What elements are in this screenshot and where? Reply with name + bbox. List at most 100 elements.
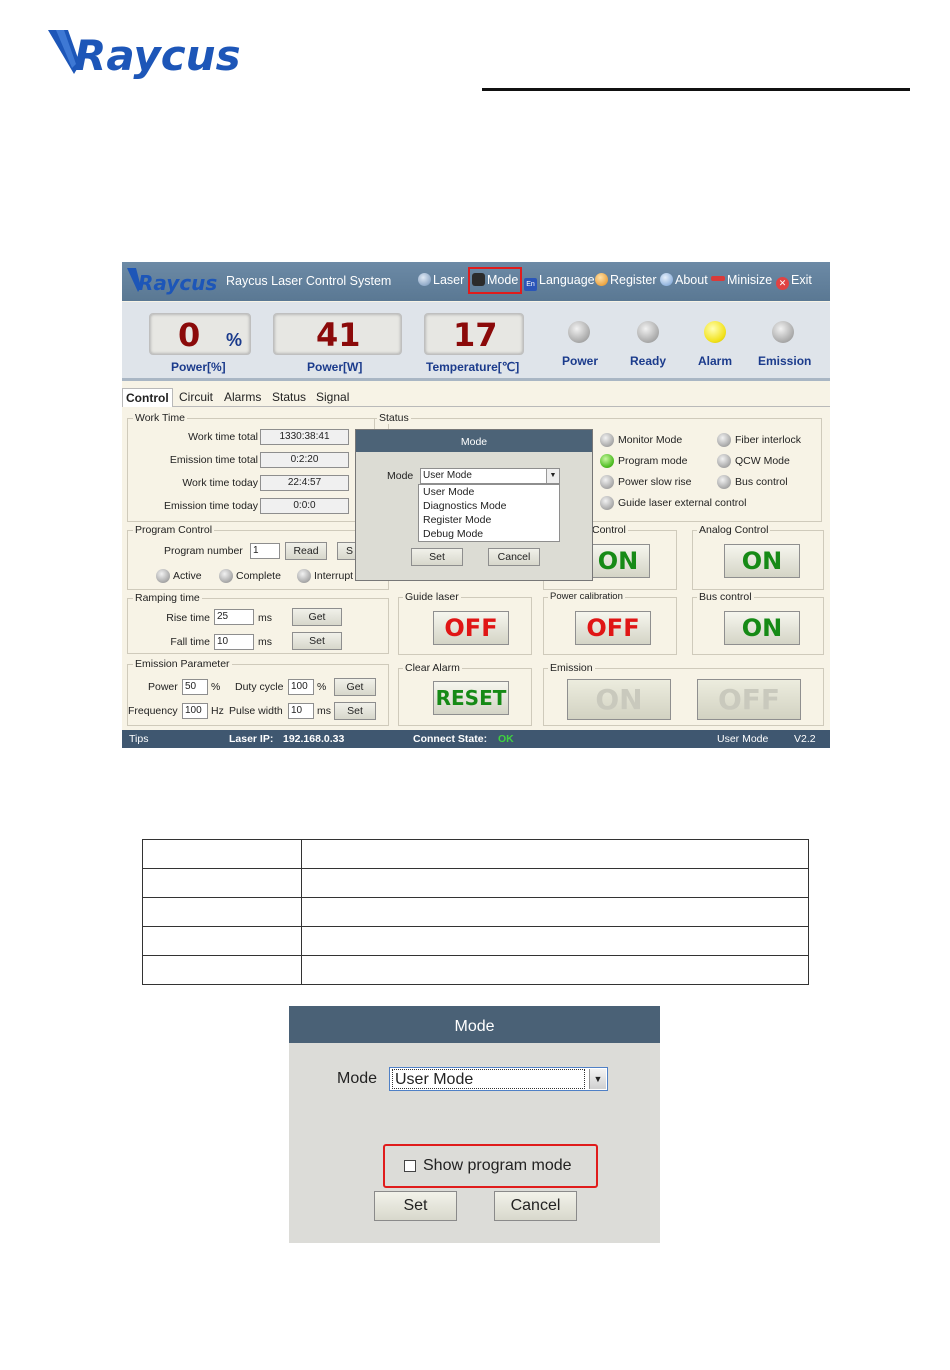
show-program-mode-checkbox[interactable] bbox=[404, 1160, 416, 1172]
guide-laser-external-led bbox=[600, 496, 614, 510]
pulse-width-input[interactable]: 10 bbox=[288, 703, 314, 719]
bus-control-button[interactable]: ON bbox=[724, 611, 800, 645]
power-slow-rise-label: Power slow rise bbox=[618, 476, 692, 488]
power-calibration-button[interactable]: OFF bbox=[575, 611, 651, 645]
mode-dialog-large-title: Mode bbox=[289, 1006, 660, 1043]
readout-panel: 0 % Power[%] 41 Power[W] 17 Temperature[… bbox=[122, 302, 830, 381]
control-partial-title: Control bbox=[590, 524, 628, 536]
raycus-logo: Raycus bbox=[48, 30, 241, 80]
ramping-get-button[interactable]: Get bbox=[292, 608, 342, 626]
guide-laser-button[interactable]: OFF bbox=[433, 611, 509, 645]
monitor-mode-label: Monitor Mode bbox=[618, 434, 683, 446]
ready-led-label: Ready bbox=[630, 354, 667, 368]
duty-cycle-input[interactable]: 100 bbox=[288, 679, 314, 695]
program-read-button[interactable]: Read bbox=[285, 542, 327, 560]
menu-about[interactable]: About bbox=[660, 273, 708, 287]
bus-control-title: Bus control bbox=[697, 591, 754, 603]
cancel-button[interactable]: Cancel bbox=[494, 1191, 577, 1221]
work-time-today-label: Work time today bbox=[182, 477, 258, 489]
analog-control-button[interactable]: ON bbox=[724, 544, 800, 578]
emission-time-total-label: Emission time total bbox=[169, 454, 258, 466]
app-title: Raycus Laser Control System bbox=[226, 274, 392, 288]
mode-option-debug[interactable]: Debug Mode bbox=[423, 528, 483, 540]
menu-language[interactable]: En Language bbox=[524, 273, 595, 291]
mode-dialog-small-cancel-button[interactable]: Cancel bbox=[488, 548, 540, 566]
mode-dialog-small-set-button[interactable]: Set bbox=[411, 548, 463, 566]
control-on-button[interactable]: ON bbox=[586, 544, 650, 578]
power-slow-rise-led bbox=[600, 475, 614, 489]
emission-power-input[interactable]: 50 bbox=[182, 679, 208, 695]
power-watt-label: Power[W] bbox=[307, 360, 363, 374]
program-control-title: Program Control bbox=[133, 524, 215, 536]
emission-led-label: Emission bbox=[758, 354, 812, 368]
statusbar-tips: Tips bbox=[129, 733, 149, 745]
mode-option-register[interactable]: Register Mode bbox=[423, 514, 491, 526]
emission-time-total-field: 0:2:20 bbox=[260, 452, 349, 468]
tab-circuit[interactable]: Circuit bbox=[179, 390, 213, 404]
laser-icon bbox=[418, 273, 431, 286]
header-rule bbox=[482, 88, 910, 91]
ready-led bbox=[637, 321, 659, 343]
temperature-value: 17 bbox=[453, 316, 498, 354]
emission-get-button[interactable]: Get bbox=[334, 678, 376, 696]
mode-dialog-small-select[interactable]: User Mode ▼ bbox=[420, 468, 560, 484]
emission-time-today-label: Emission time today bbox=[164, 500, 258, 512]
svg-text:Raycus: Raycus bbox=[138, 271, 217, 295]
ramping-time-title: Ramping time bbox=[133, 592, 202, 604]
mode-option-diagnostics[interactable]: Diagnostics Mode bbox=[423, 500, 506, 512]
program-active-label: Active bbox=[173, 570, 202, 582]
bus-control-status-label: Bus control bbox=[735, 476, 788, 488]
frequency-input[interactable]: 100 bbox=[182, 703, 208, 719]
work-time-title: Work Time bbox=[133, 412, 187, 424]
mode-dialog-small-label: Mode bbox=[387, 470, 414, 482]
program-active-led bbox=[156, 569, 170, 583]
rise-time-input[interactable]: 25 bbox=[214, 609, 254, 625]
mode-option-user[interactable]: User Mode bbox=[423, 486, 474, 498]
mode-dialog-large: Mode Mode User Mode ▼ Show program mode … bbox=[289, 1006, 660, 1243]
program-number-label: Program number bbox=[164, 545, 243, 557]
mode-select-value: User Mode bbox=[392, 1069, 585, 1089]
power-led bbox=[568, 321, 590, 343]
chevron-down-icon[interactable]: ▼ bbox=[589, 1069, 606, 1089]
status-title: Status bbox=[377, 412, 411, 424]
tab-alarms[interactable]: Alarms bbox=[224, 390, 261, 404]
mode-select[interactable]: User Mode ▼ bbox=[389, 1067, 608, 1091]
clear-alarm-title: Clear Alarm bbox=[403, 662, 462, 674]
reset-button[interactable]: RESET bbox=[433, 681, 509, 715]
ramping-set-button[interactable]: Set bbox=[292, 632, 342, 650]
table-row bbox=[142, 897, 809, 927]
program-number-input[interactable]: 1 bbox=[250, 543, 280, 559]
qcw-mode-label: QCW Mode bbox=[735, 455, 790, 467]
statusbar-version: V2.2 bbox=[794, 733, 816, 745]
svg-text:Raycus: Raycus bbox=[74, 31, 241, 80]
menu-register[interactable]: Register bbox=[595, 273, 657, 287]
menu-laser[interactable]: Laser bbox=[418, 273, 464, 287]
empty-table bbox=[142, 839, 809, 985]
emission-set-button[interactable]: Set bbox=[334, 702, 376, 720]
fall-time-input[interactable]: 10 bbox=[214, 634, 254, 650]
pulse-width-label: Pulse width bbox=[229, 705, 283, 717]
qcw-mode-led bbox=[717, 454, 731, 468]
menu-minisize[interactable]: Minisize bbox=[711, 273, 772, 287]
frequency-label: Frequency bbox=[128, 705, 178, 717]
frequency-unit: Hz bbox=[211, 705, 224, 717]
power-led-label: Power bbox=[562, 354, 599, 368]
register-icon bbox=[595, 273, 608, 286]
emission-on-button[interactable]: ON bbox=[567, 679, 671, 720]
bus-control-led bbox=[717, 475, 731, 489]
tab-control[interactable]: Control bbox=[122, 388, 173, 407]
tab-signal[interactable]: Signal bbox=[316, 390, 349, 404]
emission-power-unit: % bbox=[211, 681, 221, 693]
statusbar-ip-label: Laser IP: bbox=[229, 733, 274, 745]
tab-status[interactable]: Status bbox=[272, 390, 306, 404]
fiber-interlock-led bbox=[717, 433, 731, 447]
rise-time-label: Rise time bbox=[166, 612, 210, 624]
program-mode-label: Program mode bbox=[618, 455, 688, 467]
alarm-led-label: Alarm bbox=[698, 354, 733, 368]
temperature-label: Temperature[℃] bbox=[426, 360, 520, 374]
emission-off-button[interactable]: OFF bbox=[697, 679, 801, 720]
power-calibration-title: Power calibration bbox=[548, 591, 625, 602]
work-time-total-field: 1330:38:41 bbox=[260, 429, 349, 445]
menu-exit[interactable]: ✕ Exit bbox=[776, 273, 812, 290]
set-button[interactable]: Set bbox=[374, 1191, 457, 1221]
